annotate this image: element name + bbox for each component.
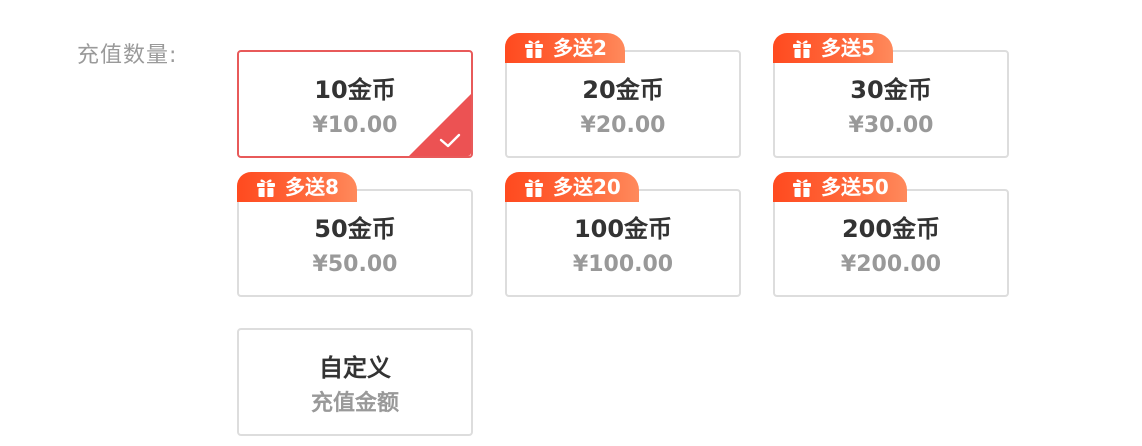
gift-icon <box>525 40 543 58</box>
recharge-amount-label: 充值数量: <box>77 43 178 68</box>
option-title: 100金币 <box>573 215 673 243</box>
option-price: ¥50.00 <box>312 252 398 277</box>
recharge-panel: 充值数量: 10金币 ¥10.00 多送2 20金币 ¥20.00 多送5 30… <box>0 0 1142 446</box>
option-subtitle: 充值金额 <box>310 391 399 416</box>
recharge-option-20[interactable]: 多送2 20金币 ¥20.00 <box>505 33 741 158</box>
recharge-option-10[interactable]: 10金币 ¥10.00 <box>237 50 473 158</box>
recharge-option-200[interactable]: 多送50 200金币 ¥200.00 <box>773 172 1009 297</box>
bonus-badge-text: 多送8 <box>285 175 339 199</box>
bonus-badge: 多送20 <box>505 172 639 202</box>
gift-icon <box>793 40 811 58</box>
recharge-option-50[interactable]: 多送8 50金币 ¥50.00 <box>237 172 473 297</box>
bonus-badge-text: 多送5 <box>821 36 875 60</box>
option-price: ¥100.00 <box>572 252 674 277</box>
bonus-badge-text: 多送50 <box>821 175 889 199</box>
gift-icon <box>257 179 275 197</box>
option-title: 50金币 <box>314 215 396 243</box>
bonus-badge: 多送50 <box>773 172 907 202</box>
recharge-option-custom[interactable]: 自定义 充值金额 <box>237 328 473 436</box>
bonus-badge-text: 多送2 <box>553 36 607 60</box>
bonus-badge: 多送2 <box>505 33 625 63</box>
option-price: ¥30.00 <box>848 113 934 138</box>
recharge-option-30[interactable]: 多送5 30金币 ¥30.00 <box>773 33 1009 158</box>
option-title: 30金币 <box>850 76 932 104</box>
bonus-badge-text: 多送20 <box>553 175 621 199</box>
option-title: 10金币 <box>314 76 396 104</box>
option-price: ¥200.00 <box>840 252 942 277</box>
option-price: ¥10.00 <box>312 113 398 138</box>
recharge-option-100[interactable]: 多送20 100金币 ¥100.00 <box>505 172 741 297</box>
bonus-badge: 多送5 <box>773 33 893 63</box>
gift-icon <box>525 179 543 197</box>
option-title: 200金币 <box>841 215 941 243</box>
option-title: 自定义 <box>319 354 391 382</box>
option-title: 20金币 <box>582 76 664 104</box>
bonus-badge: 多送8 <box>237 172 357 202</box>
gift-icon <box>793 179 811 197</box>
option-price: ¥20.00 <box>580 113 666 138</box>
recharge-options-grid: 10金币 ¥10.00 多送2 20金币 ¥20.00 多送5 30金币 ¥30… <box>237 33 1017 440</box>
